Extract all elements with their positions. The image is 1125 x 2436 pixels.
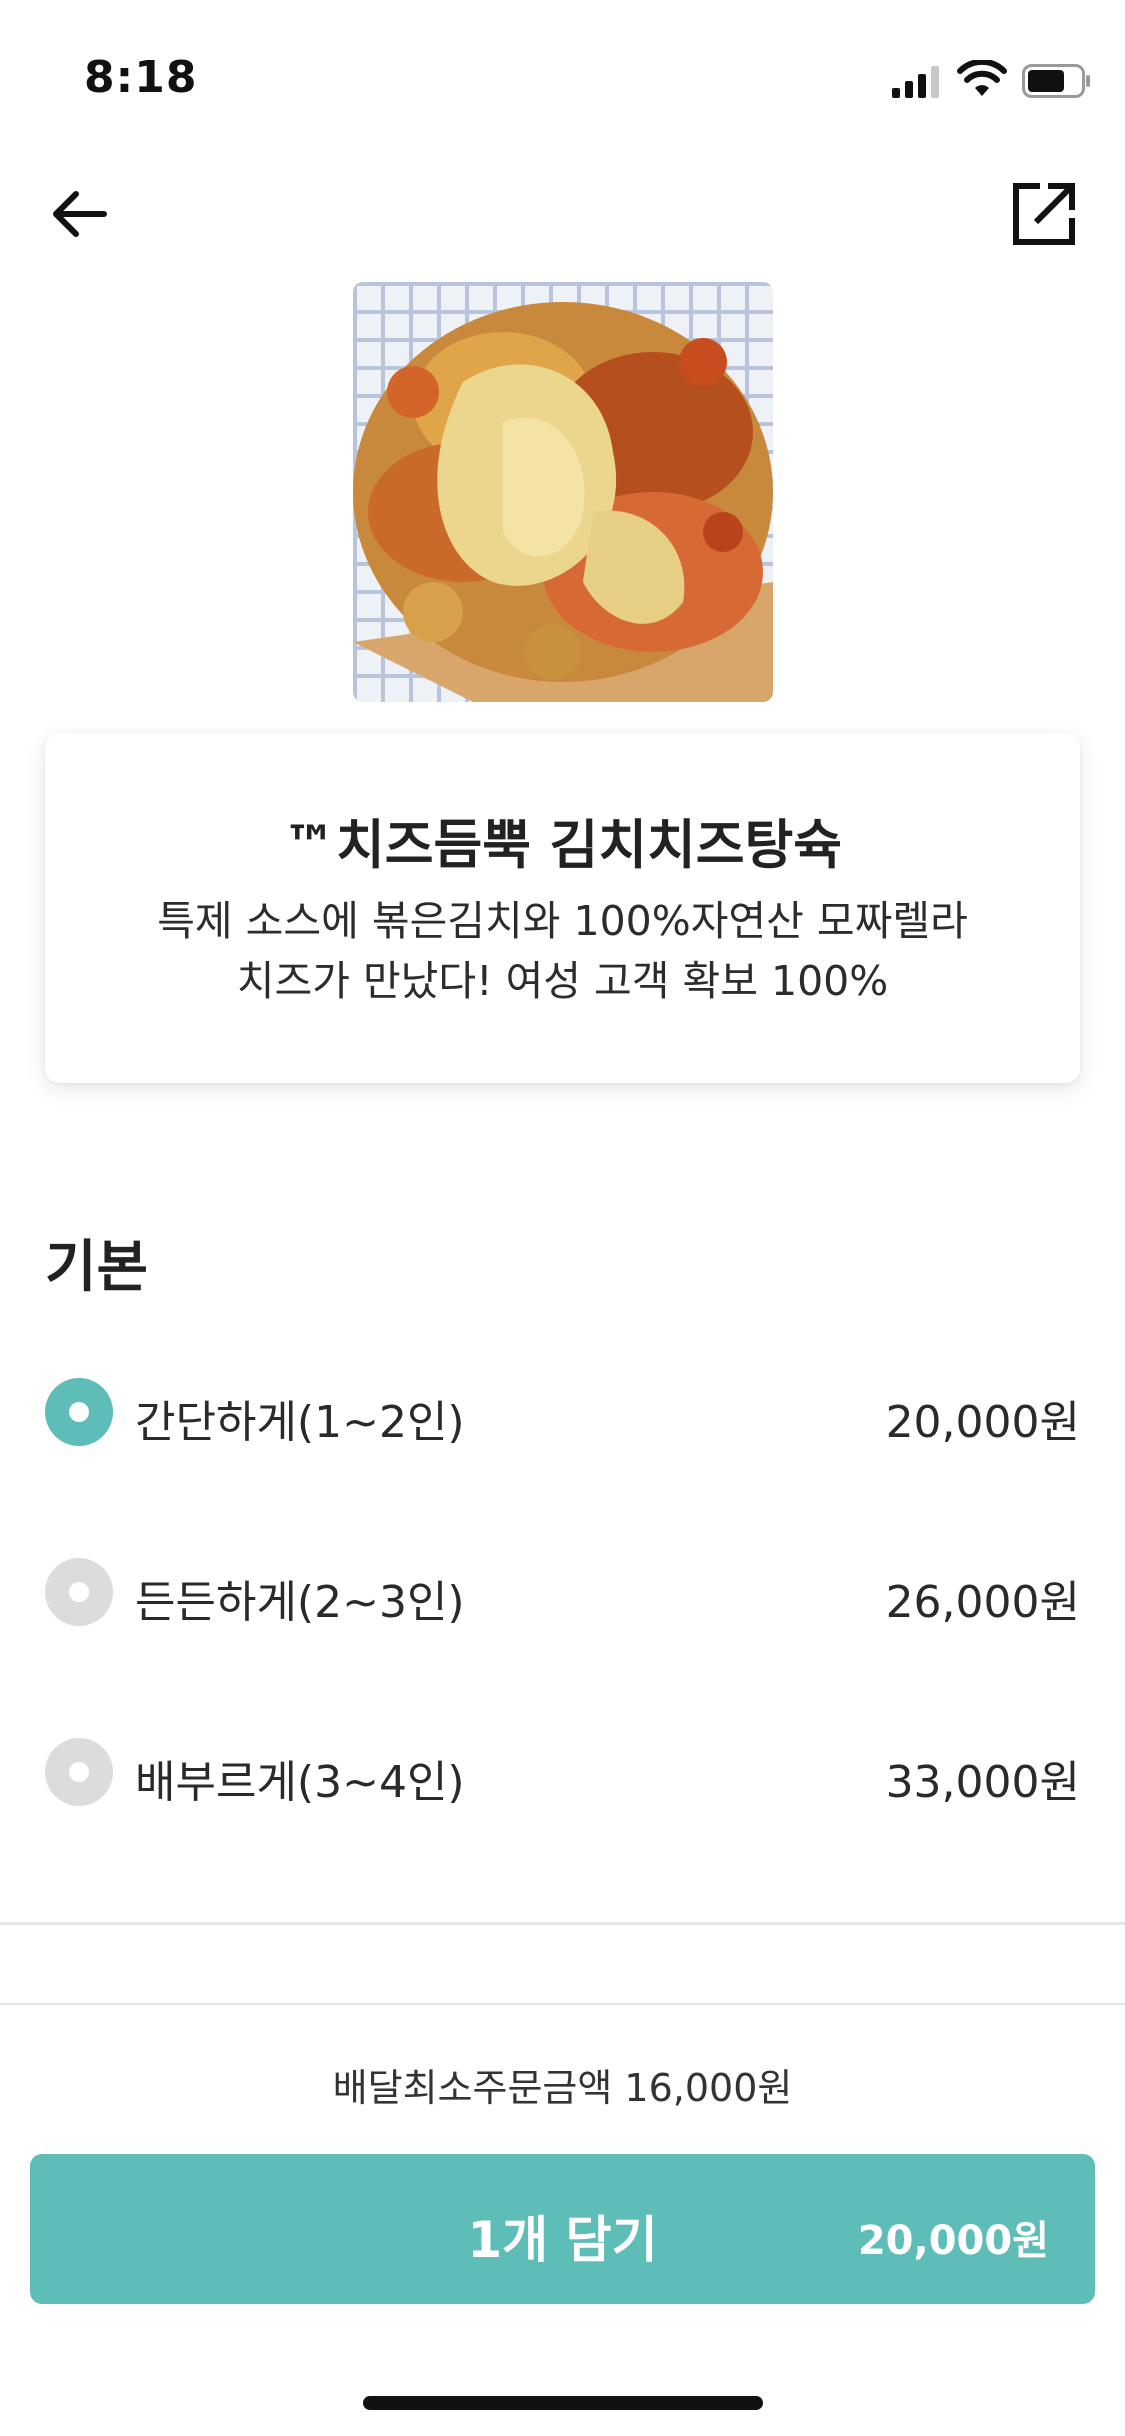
radio-unselected-icon[interactable] <box>45 1558 113 1626</box>
option-price: 33,000원 <box>885 1757 1080 1808</box>
description-line-1: 특제 소스에 볶은김치와 100%자연산 모짜렐라 <box>157 897 968 945</box>
wifi-icon <box>957 60 1007 96</box>
option-row-3[interactable]: 배부르게(3~4인) 33,000원 <box>45 1722 1080 1822</box>
battery-icon <box>1022 64 1090 98</box>
status-time: 8:18 <box>84 52 198 103</box>
product-photo <box>353 282 773 702</box>
option-section-title: 기본 <box>45 1235 149 1300</box>
option-label: 간단하게(1~2인) <box>135 1397 465 1448</box>
option-price: 26,000원 <box>885 1577 1080 1628</box>
option-label: 배부르게(3~4인) <box>135 1757 465 1808</box>
option-row-1[interactable]: 간단하게(1~2인) 20,000원 <box>45 1362 1080 1462</box>
option-row-2[interactable]: 든든하게(2~3인) 26,000원 <box>45 1542 1080 1642</box>
external-share-icon[interactable] <box>1006 176 1082 252</box>
arrow-left-icon[interactable] <box>44 176 120 252</box>
cellular-signal-icon <box>892 66 939 98</box>
add-to-cart-button[interactable]: 1개 담기 20,000원 <box>30 2154 1095 2304</box>
option-price: 20,000원 <box>885 1397 1080 1448</box>
min-order-amount: 배달최소주문금액 16,000원 <box>332 2066 793 2110</box>
product-info-card: ™치즈듬뿍 김치치즈탕슉 특제 소스에 볶은김치와 100%자연산 모짜렐라 치… <box>45 733 1080 1083</box>
home-indicator[interactable] <box>363 2396 763 2410</box>
description-line-2: 치즈가 만났다! 여성 고객 확보 100% <box>236 957 889 1005</box>
option-label: 든든하게(2~3인) <box>135 1577 465 1628</box>
radio-unselected-icon[interactable] <box>45 1738 113 1806</box>
radio-selected-icon[interactable] <box>45 1378 113 1446</box>
product-title: ™치즈듬뿍 김치치즈탕슉 <box>282 815 843 876</box>
divider <box>0 2003 1125 2005</box>
divider <box>0 1922 1125 1925</box>
product-description: 특제 소스에 볶은김치와 100%자연산 모짜렐라 치즈가 만났다! 여성 고객… <box>105 891 1020 1011</box>
add-button-price: 20,000원 <box>857 2218 1049 2264</box>
